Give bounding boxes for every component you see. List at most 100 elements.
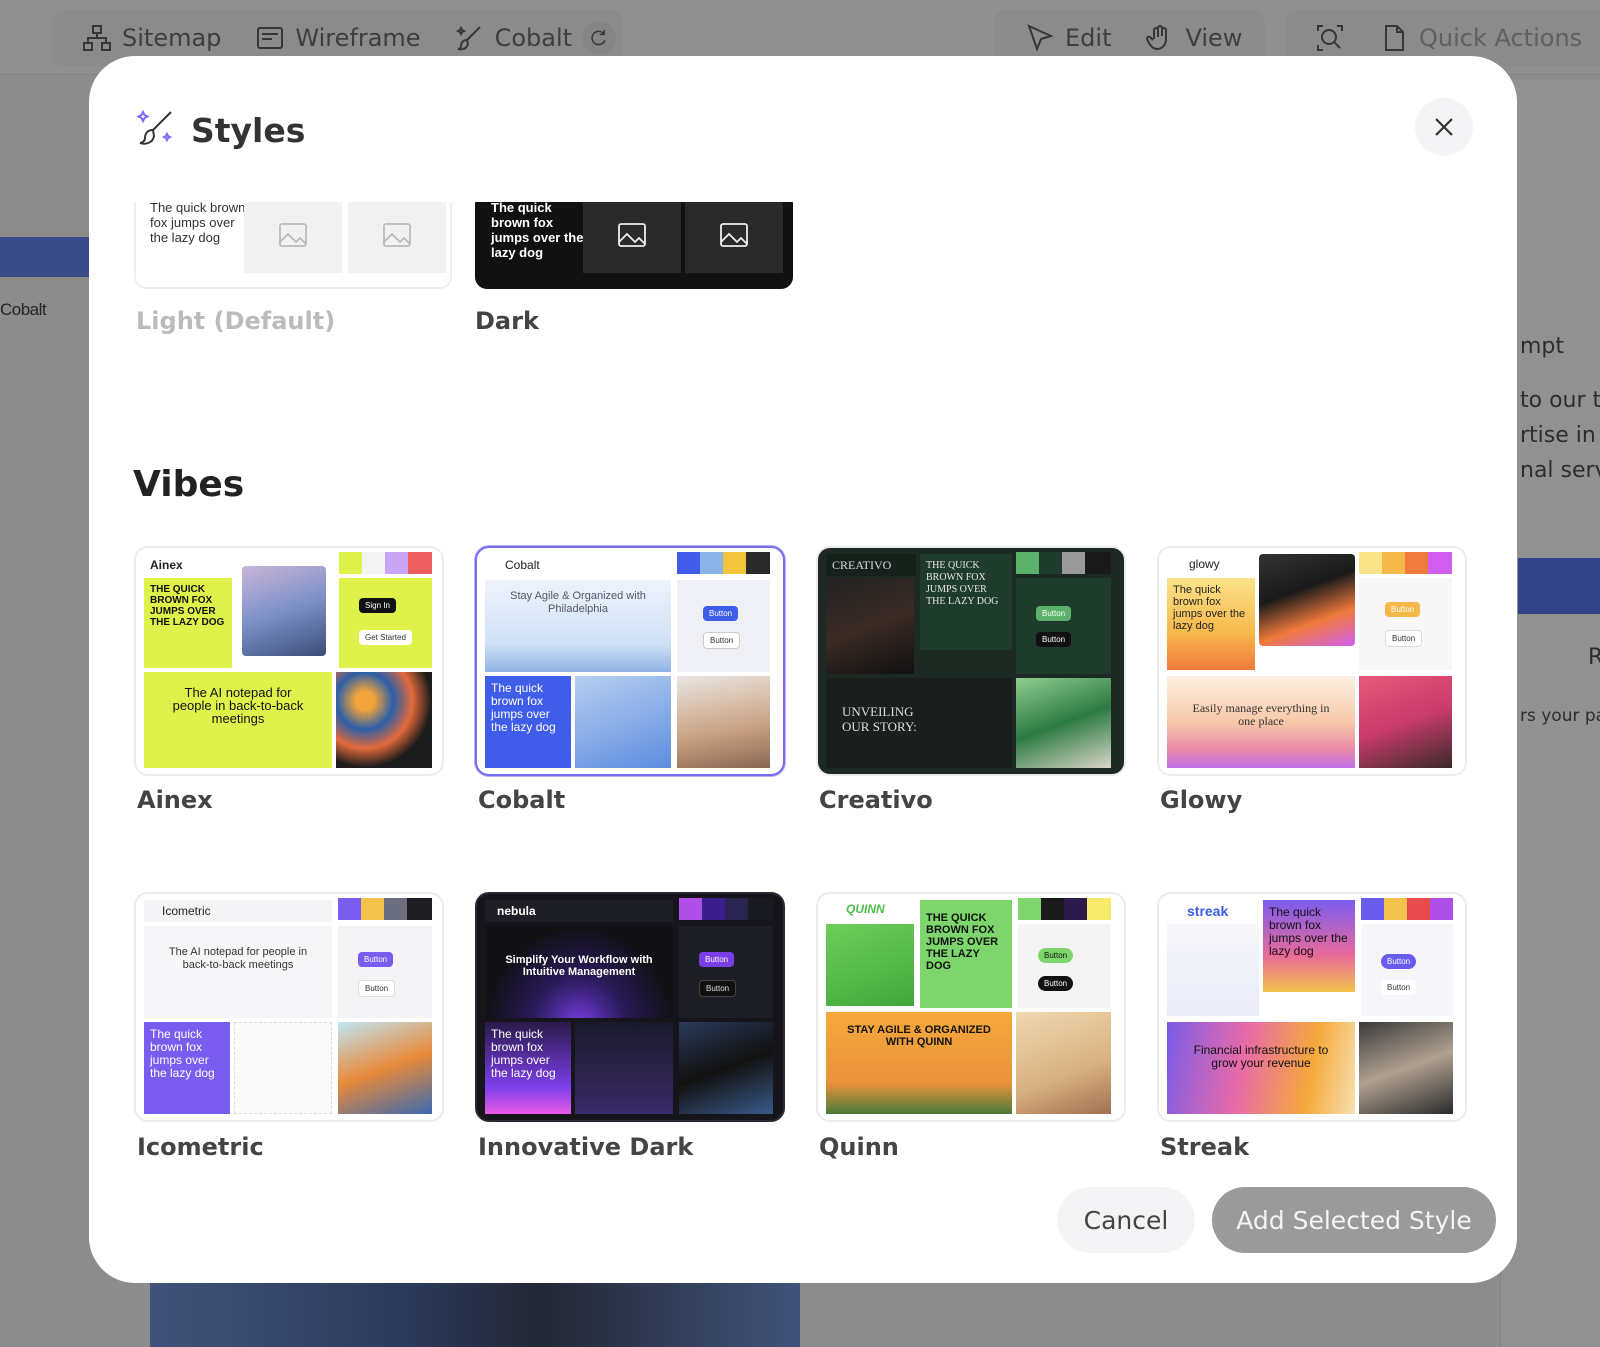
person-image bbox=[679, 1022, 773, 1114]
color-swatch bbox=[338, 898, 361, 920]
vibe-card-creativo[interactable]: CREATIVO THE QUICK BROWN FOX JUMPS OVER … bbox=[816, 546, 1126, 776]
portrait-image bbox=[826, 578, 914, 674]
color-swatch bbox=[723, 552, 746, 574]
vibe-subheadline: UNVEILING OUR STORY: bbox=[826, 678, 1012, 768]
vibes-section-title: Vibes bbox=[133, 464, 245, 505]
color-swatch bbox=[1062, 552, 1085, 574]
theme-preview-text: The quick brown fox jumps over the lazy … bbox=[150, 202, 246, 245]
theme-card-light[interactable]: The quick brown fox jumps over the lazy … bbox=[134, 202, 452, 289]
color-swatch bbox=[1384, 898, 1407, 920]
vibe-card-icometric[interactable]: Icometric The AI notepad for people in b… bbox=[134, 892, 444, 1122]
close-button[interactable] bbox=[1415, 98, 1473, 156]
image-placeholder-icon bbox=[348, 202, 446, 273]
color-swatch bbox=[407, 898, 432, 920]
theme-card-dark[interactable]: The quick brown fox jumps over the lazy … bbox=[475, 202, 793, 289]
color-swatch bbox=[1087, 898, 1111, 920]
cancel-button[interactable]: Cancel bbox=[1057, 1187, 1195, 1253]
color-swatch bbox=[700, 552, 723, 574]
color-swatch bbox=[339, 552, 362, 574]
image-placeholder-icon bbox=[685, 202, 783, 273]
person-image bbox=[338, 1022, 432, 1114]
vibe-logo: CREATIVO bbox=[826, 554, 916, 576]
vibe-headline: The quick brown fox jumps over the lazy … bbox=[485, 1022, 571, 1114]
theme-label-dark: Dark bbox=[475, 307, 539, 335]
color-swatch bbox=[1041, 898, 1064, 920]
color-swatch bbox=[361, 898, 384, 920]
vibe-label-ainex: Ainex bbox=[137, 786, 213, 814]
color-swatch bbox=[385, 552, 408, 574]
vibe-card-cobalt[interactable]: Cobalt Stay Agile & Organized with Phila… bbox=[475, 546, 785, 776]
person-image bbox=[1016, 678, 1111, 768]
vibe-card-streak[interactable]: streak The quick brown fox jumps over th… bbox=[1157, 892, 1467, 1122]
modal-title: Styles bbox=[191, 110, 306, 150]
vibe-subheadline: Financial infrastructure to grow your re… bbox=[1167, 1022, 1355, 1114]
color-swatch bbox=[1064, 898, 1087, 920]
vibe-card-quinn[interactable]: QUINN THE QUICK BROWN FOX JUMPS OVER THE… bbox=[816, 892, 1126, 1122]
color-swatch bbox=[702, 898, 725, 920]
card-image bbox=[826, 924, 914, 1006]
close-icon bbox=[1435, 118, 1453, 136]
color-swatch bbox=[1428, 552, 1452, 574]
vibe-card-innovative-dark[interactable]: nebula Simplify Your Workflow with Intui… bbox=[475, 892, 785, 1122]
color-swatch bbox=[1407, 898, 1430, 920]
styles-modal: Styles The quick brown fox jumps over th… bbox=[89, 56, 1517, 1283]
color-swatch bbox=[384, 898, 407, 920]
vibe-label-glowy: Glowy bbox=[1160, 786, 1243, 814]
portrait-image bbox=[242, 566, 326, 656]
add-selected-style-button[interactable]: Add Selected Style bbox=[1212, 1187, 1496, 1253]
color-swatch bbox=[746, 552, 770, 574]
color-swatch bbox=[1382, 552, 1405, 574]
vibe-logo: glowy bbox=[1189, 557, 1220, 571]
image-placeholder-icon bbox=[583, 202, 681, 273]
chart-image bbox=[575, 1022, 673, 1114]
vibe-logo: Ainex bbox=[150, 558, 183, 572]
isometric-image bbox=[234, 1022, 332, 1114]
button-preview: Button Button bbox=[677, 580, 770, 672]
vibe-logo: streak bbox=[1187, 903, 1229, 919]
color-swatch bbox=[725, 898, 748, 920]
vibe-card-glowy[interactable]: glowy The quick brown fox jumps over the… bbox=[1157, 546, 1467, 776]
vibe-label-creativo: Creativo bbox=[819, 786, 933, 814]
cloud-image bbox=[575, 676, 671, 768]
vibe-subheadline: The AI notepad for people in back-to-bac… bbox=[144, 672, 332, 768]
theme-preview-text: The quick brown fox jumps over the lazy … bbox=[491, 202, 584, 260]
vibe-subheadline: Simplify Your Workflow with Intuitive Ma… bbox=[485, 926, 673, 1018]
person-image bbox=[677, 676, 770, 768]
envelope-image bbox=[1167, 924, 1259, 1016]
map-image bbox=[1016, 1012, 1111, 1114]
button-preview: Button Button bbox=[1018, 924, 1111, 1008]
color-swatch bbox=[679, 898, 702, 920]
button-preview: Sign In Get Started bbox=[339, 578, 432, 668]
color-swatch bbox=[1430, 898, 1453, 920]
color-swatch bbox=[1018, 898, 1041, 920]
vibe-label-quinn: Quinn bbox=[819, 1133, 899, 1161]
vibe-subheadline: The quick brown fox jumps over the lazy … bbox=[485, 676, 571, 768]
image-placeholder-icon bbox=[244, 202, 342, 273]
button-preview: Button Button bbox=[1016, 578, 1111, 674]
color-swatch bbox=[362, 552, 385, 574]
vibe-headline: THE QUICK BROWN FOX JUMPS OVER THE LAZY … bbox=[920, 554, 1012, 650]
color-swatch bbox=[1405, 552, 1428, 574]
vibe-headline: The quick brown fox jumps over the lazy … bbox=[1263, 900, 1355, 992]
person-image bbox=[1359, 676, 1452, 768]
pattern-image bbox=[336, 672, 432, 768]
color-swatch bbox=[677, 552, 700, 574]
vibe-logo: Icometric bbox=[144, 900, 332, 922]
vibe-headline: The quick brown fox jumps over the lazy … bbox=[1167, 578, 1255, 670]
color-swatch bbox=[1359, 552, 1382, 574]
vibe-headline: The quick brown fox jumps over the lazy … bbox=[144, 1022, 230, 1114]
person-image bbox=[1359, 1022, 1453, 1114]
color-swatch bbox=[1039, 552, 1062, 574]
button-preview: Button Button bbox=[679, 926, 773, 1018]
button-preview: Button Button bbox=[338, 926, 432, 1018]
vibe-card-ainex[interactable]: Ainex THE QUICK BROWN FOX JUMPS OVER THE… bbox=[134, 546, 444, 776]
button-preview: Button Button bbox=[1359, 578, 1452, 670]
color-swatch bbox=[408, 552, 432, 574]
chart-image bbox=[1259, 554, 1355, 646]
color-swatch bbox=[1016, 552, 1039, 574]
vibe-headline: Stay Agile & Organized with Philadelphia bbox=[485, 580, 671, 672]
vibe-headline: THE QUICK BROWN FOX JUMPS OVER THE LAZY … bbox=[920, 900, 1012, 1008]
modal-header: Styles bbox=[133, 106, 305, 154]
vibe-label-cobalt: Cobalt bbox=[478, 786, 566, 814]
styles-scroll-area[interactable]: The quick brown fox jumps over the lazy … bbox=[89, 202, 1517, 1187]
